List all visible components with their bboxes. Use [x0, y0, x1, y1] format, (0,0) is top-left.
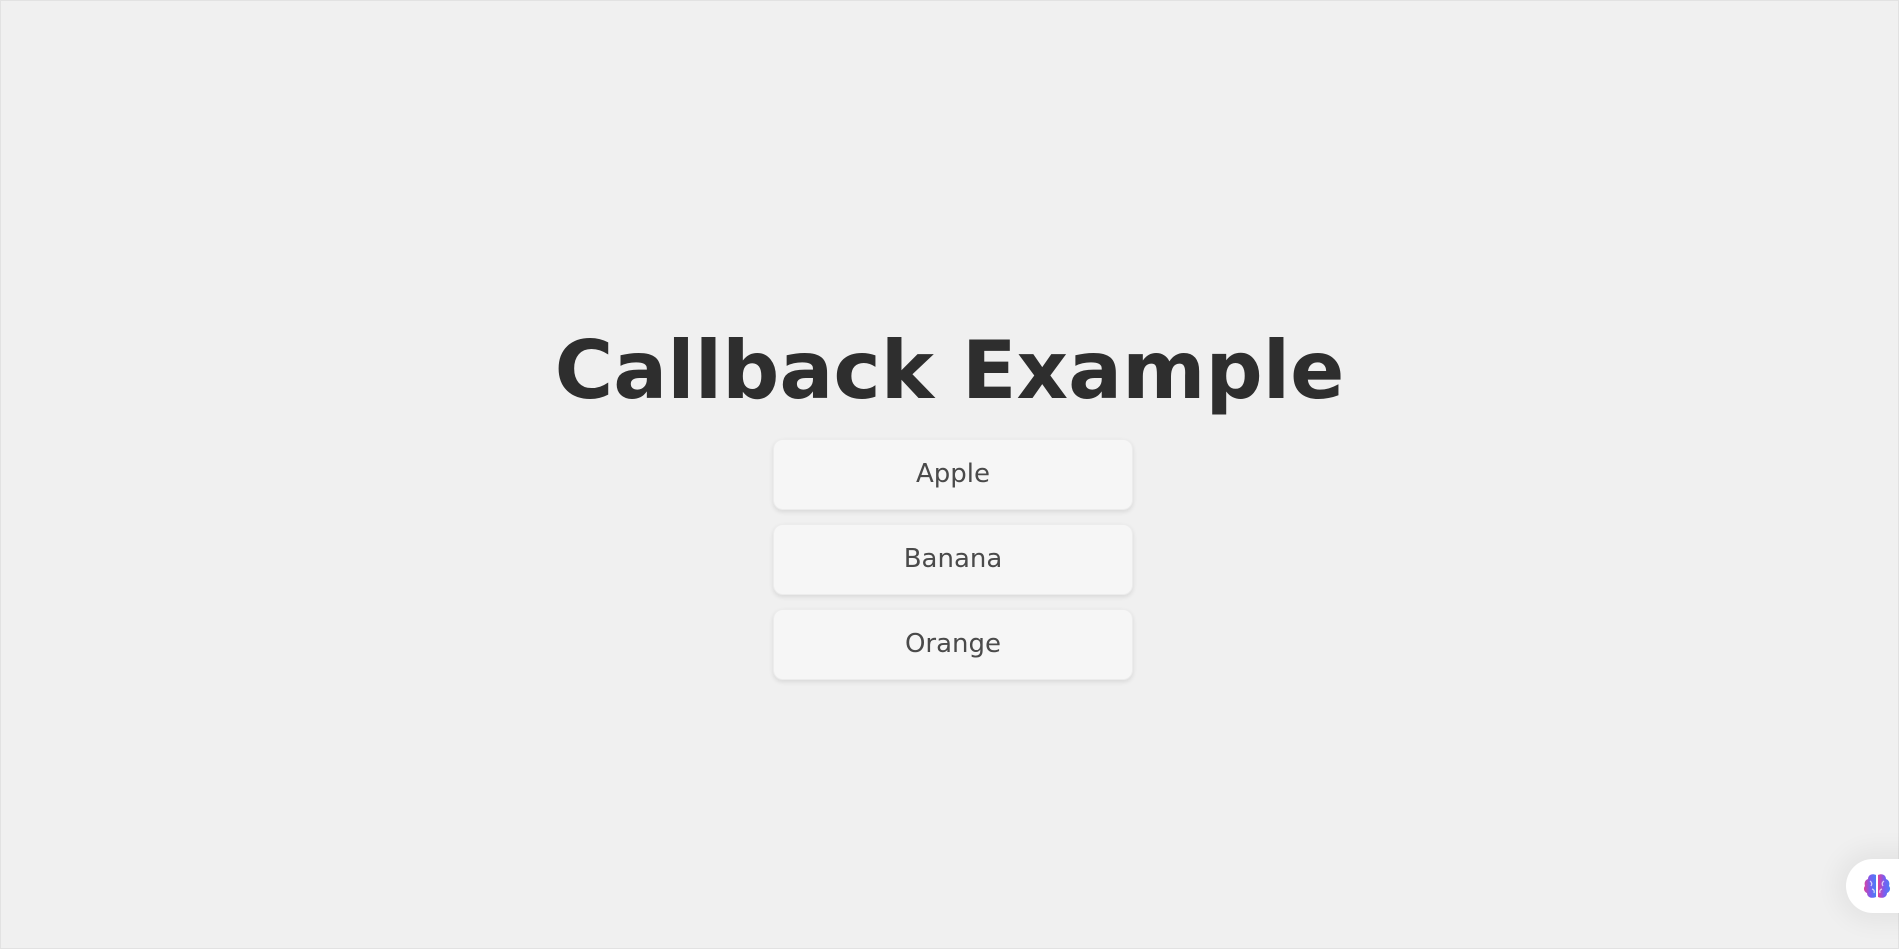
fruit-button-list: Apple Banana Orange [773, 439, 1133, 694]
orange-button[interactable]: Orange [773, 609, 1133, 680]
banana-button[interactable]: Banana [773, 524, 1133, 595]
page-title: Callback Example [554, 324, 1345, 417]
apple-button[interactable]: Apple [773, 439, 1133, 510]
brain-icon [1863, 874, 1891, 898]
main-content: Callback Example Apple Banana Orange [1, 1, 1898, 948]
assistant-widget-button[interactable] [1846, 859, 1899, 913]
